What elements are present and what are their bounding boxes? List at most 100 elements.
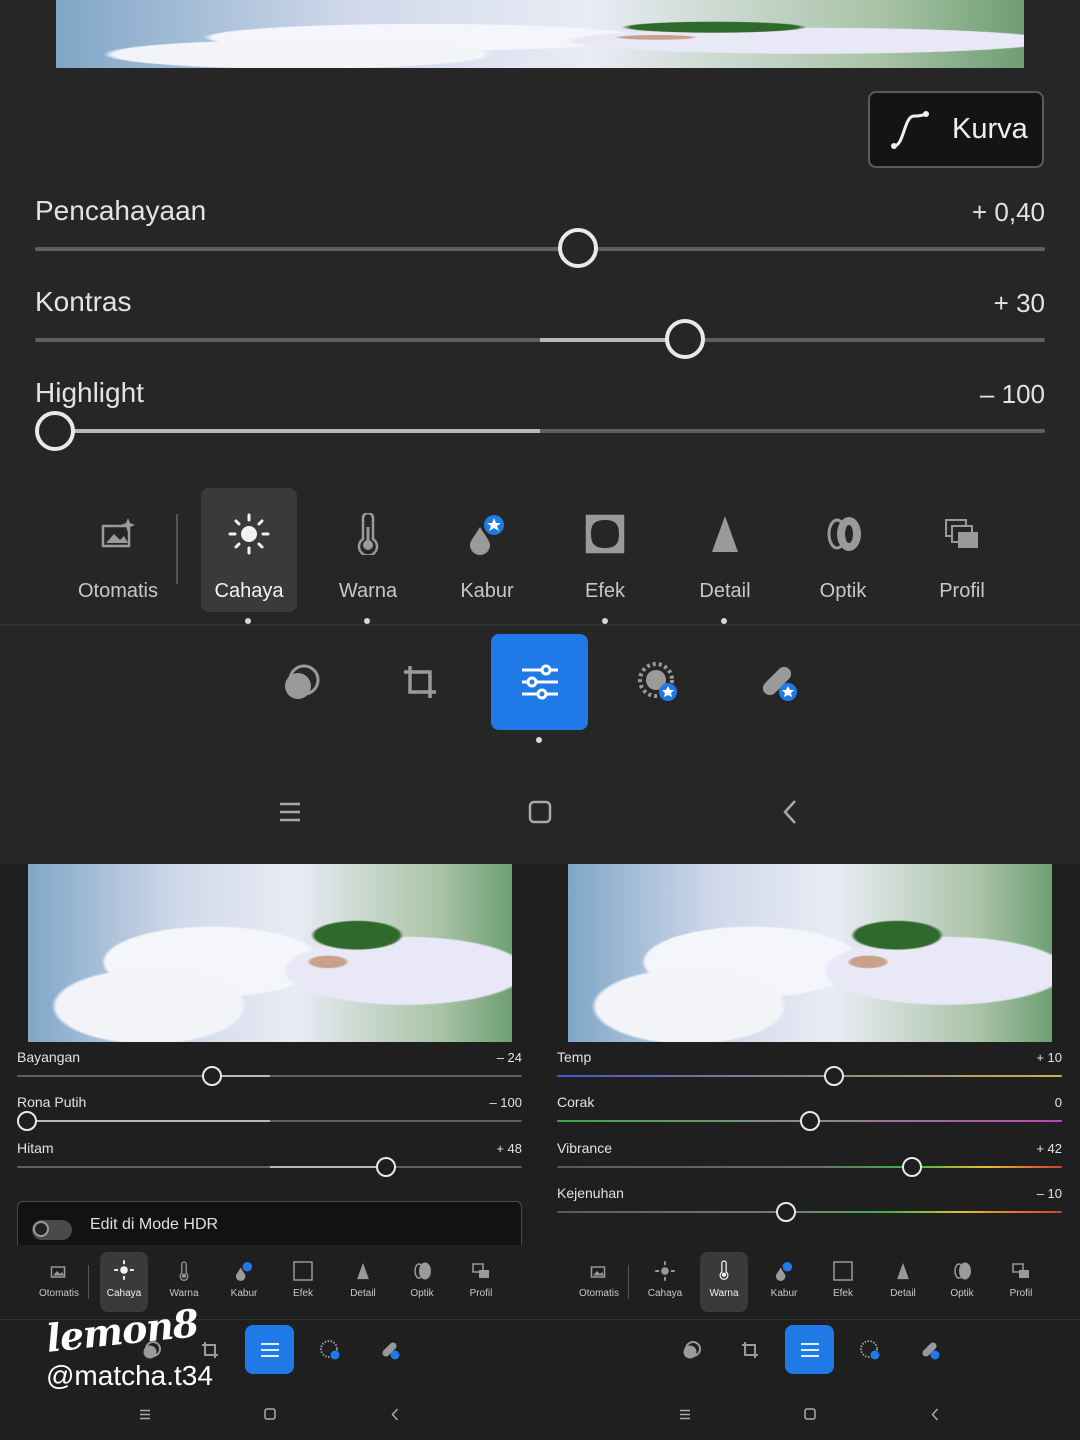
- tool-profil[interactable]: Profil: [451, 1254, 511, 1310]
- whites-slider-knob[interactable]: [17, 1111, 37, 1131]
- home-button[interactable]: [520, 792, 560, 832]
- tool-optik[interactable]: Optik: [932, 1254, 992, 1310]
- recent-apps-button[interactable]: [675, 1404, 695, 1424]
- divider: [540, 1319, 1080, 1320]
- tool-kabur[interactable]: Kabur: [214, 1254, 274, 1310]
- sliders-icon: [521, 664, 558, 700]
- nav-crop[interactable]: [380, 634, 460, 730]
- exposure-value[interactable]: + 0,40: [845, 197, 1045, 228]
- divider: [0, 624, 1080, 626]
- back-button[interactable]: [770, 792, 810, 832]
- highlight-value[interactable]: – 100: [845, 379, 1045, 410]
- vibrance-slider-knob[interactable]: [902, 1157, 922, 1177]
- tool-profil[interactable]: Profil: [991, 1254, 1051, 1310]
- nav-healing[interactable]: [738, 634, 818, 730]
- hdr-toggle[interactable]: [32, 1220, 72, 1240]
- tool-separator: [628, 1265, 629, 1299]
- nav-edit[interactable]: [785, 1325, 834, 1374]
- photo-preview[interactable]: [28, 864, 512, 1042]
- square-icon: [804, 1408, 816, 1420]
- drops-premium-icon: [437, 488, 537, 580]
- exposure-track[interactable]: [35, 247, 1045, 251]
- shadows-slider-knob[interactable]: [202, 1066, 222, 1086]
- recent-apps-button[interactable]: [270, 792, 310, 832]
- back-button[interactable]: [925, 1404, 945, 1424]
- tool-cahaya[interactable]: Cahaya: [100, 1252, 148, 1312]
- tool-detail[interactable]: Detail: [675, 488, 775, 612]
- highlight-label: Highlight: [35, 377, 144, 408]
- saturation-slider-knob[interactable]: [776, 1202, 796, 1222]
- recent-apps-button[interactable]: [135, 1404, 155, 1424]
- nav-presets[interactable]: [670, 1326, 714, 1374]
- nav-crop[interactable]: [728, 1326, 772, 1374]
- tool-label: Otomatis: [77, 580, 159, 602]
- tool-label: Otomatis: [578, 1288, 619, 1299]
- tool-cahaya[interactable]: Cahaya: [201, 488, 297, 612]
- contrast-slider-knob[interactable]: [665, 319, 705, 359]
- tool-otomatis[interactable]: Otomatis: [569, 1254, 629, 1310]
- tool-detail[interactable]: Detail: [333, 1254, 393, 1310]
- nav-masking[interactable]: [618, 634, 698, 730]
- blacks-fill: [270, 1166, 386, 1168]
- saturation-value[interactable]: – 10: [940, 1186, 1062, 1201]
- tool-optik[interactable]: Optik: [793, 488, 893, 612]
- sun-icon: [114, 1252, 134, 1288]
- tool-label: Optik: [950, 1288, 974, 1299]
- auto-photo-icon: [50, 1254, 68, 1288]
- tool-otomatis[interactable]: Otomatis: [29, 1254, 89, 1310]
- whites-fill: [27, 1120, 270, 1122]
- tool-detail[interactable]: Detail: [873, 1254, 933, 1310]
- tool-label: Detail: [699, 580, 751, 602]
- nav-healing[interactable]: [368, 1326, 412, 1374]
- tool-warna[interactable]: Warna: [318, 488, 418, 612]
- nav-masking[interactable]: [308, 1326, 352, 1374]
- nav-edit[interactable]: [491, 634, 588, 730]
- nav-masking[interactable]: [848, 1326, 892, 1374]
- photo-preview[interactable]: [56, 0, 1024, 68]
- home-button[interactable]: [260, 1404, 280, 1424]
- nav-edit[interactable]: [245, 1325, 294, 1374]
- tool-profil[interactable]: Profil: [912, 488, 1012, 612]
- curve-icon: [891, 110, 929, 149]
- tool-efek[interactable]: Efek: [555, 488, 655, 612]
- vibrance-value[interactable]: + 42: [940, 1141, 1062, 1156]
- curve-button[interactable]: Kurva: [868, 91, 1044, 168]
- tool-optik[interactable]: Optik: [392, 1254, 452, 1310]
- shadows-value[interactable]: – 24: [400, 1050, 522, 1065]
- crop-rotate-icon: [404, 666, 436, 698]
- tool-label: Otomatis: [38, 1288, 79, 1299]
- tool-separator: [176, 514, 178, 584]
- saturation-track[interactable]: [557, 1211, 1062, 1213]
- temp-track[interactable]: [557, 1075, 1062, 1077]
- exposure-slider-knob[interactable]: [558, 228, 598, 268]
- tool-kabur[interactable]: Kabur: [437, 488, 537, 612]
- tool-warna[interactable]: Warna: [700, 1252, 748, 1312]
- tool-efek[interactable]: Efek: [813, 1254, 873, 1310]
- tool-kabur[interactable]: Kabur: [754, 1254, 814, 1310]
- back-button[interactable]: [385, 1404, 405, 1424]
- tint-slider-knob[interactable]: [800, 1111, 820, 1131]
- nav-presets[interactable]: [262, 634, 342, 730]
- nav-healing[interactable]: [908, 1326, 952, 1374]
- sliders-icon: [260, 1342, 279, 1357]
- photo-preview[interactable]: [568, 864, 1052, 1042]
- highlight-slider-knob[interactable]: [35, 411, 75, 451]
- home-button[interactable]: [800, 1404, 820, 1424]
- tool-efek[interactable]: Efek: [273, 1254, 333, 1310]
- tool-cahaya[interactable]: Cahaya: [635, 1254, 695, 1310]
- tool-label: Profil: [469, 1288, 493, 1299]
- drops-premium-icon: [774, 1254, 794, 1288]
- blacks-value[interactable]: + 48: [400, 1141, 522, 1156]
- temp-slider-knob[interactable]: [824, 1066, 844, 1086]
- whites-value[interactable]: – 100: [400, 1095, 522, 1110]
- vibrance-track[interactable]: [557, 1166, 1062, 1168]
- contrast-value[interactable]: + 30: [845, 288, 1045, 319]
- auto-photo-icon: [590, 1254, 608, 1288]
- temp-value[interactable]: + 10: [940, 1050, 1062, 1065]
- bandage-premium-icon: [762, 666, 797, 701]
- blacks-slider-knob[interactable]: [376, 1157, 396, 1177]
- whites-label: Rona Putih: [17, 1094, 87, 1110]
- tint-value[interactable]: 0: [940, 1095, 1062, 1110]
- tool-label: Optik: [819, 580, 867, 602]
- tool-otomatis[interactable]: Otomatis: [68, 488, 168, 612]
